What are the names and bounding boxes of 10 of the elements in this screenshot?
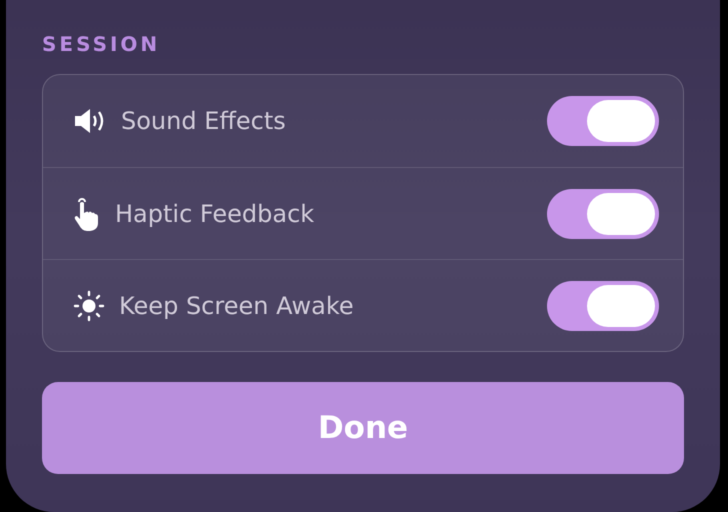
toggle-switch[interactable] bbox=[547, 96, 659, 146]
done-button[interactable]: Done bbox=[42, 382, 684, 474]
setting-label: Haptic Feedback bbox=[115, 198, 314, 230]
section-title: SESSION bbox=[42, 32, 162, 56]
pointing-hand-icon bbox=[73, 196, 101, 230]
toggle-switch[interactable] bbox=[547, 280, 659, 330]
setting-label: Keep Screen Awake bbox=[119, 290, 354, 322]
toggle-switch[interactable] bbox=[547, 188, 659, 238]
setting-label: Sound Effects bbox=[121, 106, 286, 137]
sun-icon bbox=[73, 290, 105, 322]
